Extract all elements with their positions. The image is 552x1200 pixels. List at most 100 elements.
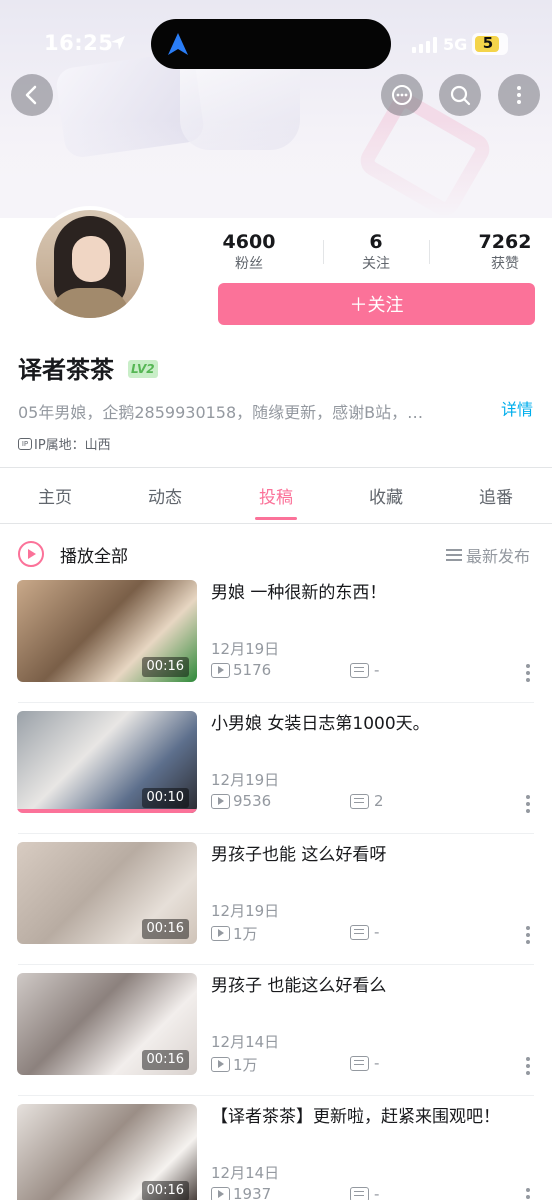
more-vertical-icon[interactable] xyxy=(526,1188,530,1200)
video-thumbnail[interactable]: 00:16 xyxy=(17,1104,197,1200)
avatar-image xyxy=(36,210,144,318)
play-count-icon xyxy=(211,1186,230,1200)
search-icon xyxy=(450,85,471,106)
more-vertical-icon xyxy=(517,86,521,104)
profile-name: 译者茶茶 xyxy=(18,356,114,384)
danmaku-count-value: - xyxy=(374,1185,380,1200)
back-button[interactable] xyxy=(11,74,53,116)
video-item[interactable]: 00:16 男孩子也能 这么好看呀 12月19日 1万 - xyxy=(0,834,552,965)
sort-label: 最新发布 xyxy=(466,547,531,566)
danmaku-count-value: - xyxy=(374,923,380,941)
more-vertical-icon[interactable] xyxy=(526,926,530,944)
danmaku-count-value: - xyxy=(374,1054,380,1072)
play-count-icon xyxy=(211,793,230,809)
avatar[interactable] xyxy=(32,206,148,322)
video-item[interactable]: 00:16 男孩子 也能这么好看么 12月14日 1万 - xyxy=(0,965,552,1096)
video-date: 12月19日 xyxy=(211,771,280,789)
banner-fade xyxy=(0,120,552,218)
detail-link[interactable]: 详情 xyxy=(501,396,533,420)
profile-signature: 05年男娘，企鹅2859930158，随缘更新，感谢B站，… xyxy=(18,403,424,422)
tab-home[interactable]: 主页 xyxy=(0,483,110,508)
signal-icon xyxy=(412,37,437,53)
battery-icon: 5 xyxy=(472,33,508,55)
more-vertical-icon[interactable] xyxy=(526,1057,530,1075)
profile-tabs: 主页 动态 投稿 收藏 追番 xyxy=(0,468,552,524)
video-thumbnail[interactable]: 00:16 xyxy=(17,580,197,682)
play-count-value: 5176 xyxy=(233,661,272,679)
more-vertical-icon[interactable] xyxy=(526,795,530,813)
video-thumbnail[interactable]: 00:10 xyxy=(17,711,197,813)
video-title[interactable]: 男孩子 也能这么好看么 xyxy=(211,973,541,999)
chat-bubble-icon xyxy=(392,85,412,105)
video-danmaku-count: - xyxy=(350,661,379,679)
stat-label: 获赞 xyxy=(491,256,519,272)
search-button[interactable] xyxy=(439,74,481,116)
play-all-label: 播放全部 xyxy=(60,546,128,567)
watch-progress-bar xyxy=(17,809,197,813)
video-duration: 00:10 xyxy=(141,788,189,808)
danmaku-icon xyxy=(350,1186,369,1200)
play-count-value: 1万 xyxy=(233,1056,258,1074)
video-danmaku-count: - xyxy=(350,1054,379,1072)
tab-uploads[interactable]: 投稿 xyxy=(221,483,331,508)
danmaku-count-value: - xyxy=(374,661,380,679)
play-count-value: 9536 xyxy=(233,792,272,810)
battery-level: 5 xyxy=(482,34,494,52)
danmaku-icon xyxy=(350,1055,369,1071)
video-item[interactable]: 00:16 【译者茶茶】更新啦，赶紧来围观吧！ 12月14日 1937 - xyxy=(0,1096,552,1200)
play-count-value: 1万 xyxy=(233,925,258,943)
ip-icon: IP xyxy=(18,437,32,450)
play-count-icon xyxy=(211,926,230,941)
video-duration: 00:16 xyxy=(141,1050,189,1070)
danmaku-icon xyxy=(350,793,369,809)
stat-fans[interactable]: 4600 粉丝 xyxy=(194,230,304,274)
video-danmaku-count: - xyxy=(350,1185,379,1200)
play-count-value: 1937 xyxy=(233,1185,272,1200)
profile-stats: 4600 粉丝 6 关注 7262 获赞 xyxy=(196,230,552,276)
video-title[interactable]: 【译者茶茶】更新啦，赶紧来围观吧！ xyxy=(211,1104,541,1130)
video-date: 12月14日 xyxy=(211,1164,280,1182)
stat-likes[interactable]: 7262 获赞 xyxy=(450,230,552,274)
video-thumbnail[interactable]: 00:16 xyxy=(17,973,197,1075)
more-button[interactable] xyxy=(498,74,540,116)
video-date: 12月19日 xyxy=(211,902,280,920)
play-all-button[interactable]: 播放全部 xyxy=(18,540,128,568)
video-title[interactable]: 男娘 一种很新的东西！ xyxy=(211,580,541,606)
play-count-icon xyxy=(211,662,230,678)
tab-dynamics[interactable]: 动态 xyxy=(110,483,220,508)
video-duration: 00:16 xyxy=(141,657,189,677)
video-danmaku-count: 2 xyxy=(350,792,384,810)
more-vertical-icon[interactable] xyxy=(526,664,530,682)
video-play-count: 1万 xyxy=(211,923,258,944)
level-badge: LV2 xyxy=(128,360,158,378)
navigation-icon xyxy=(168,33,188,55)
video-item[interactable]: 00:10 小男娘 女装日志第1000天。 12月19日 9536 2 xyxy=(0,703,552,834)
danmaku-icon xyxy=(350,662,369,678)
stat-label: 关注 xyxy=(362,256,390,272)
stat-following[interactable]: 6 关注 xyxy=(321,230,431,274)
video-play-count: 9536 xyxy=(211,792,271,810)
video-date: 12月14日 xyxy=(211,1033,280,1051)
play-count-icon xyxy=(211,1057,230,1072)
video-duration: 00:16 xyxy=(141,919,189,939)
video-play-count: 1万 xyxy=(211,1054,258,1075)
status-time: 16:25 xyxy=(44,31,114,55)
list-icon xyxy=(446,549,462,561)
message-button[interactable] xyxy=(381,74,423,116)
sort-button[interactable]: 最新发布 xyxy=(446,543,530,567)
ip-location: IP IP属地：山西 xyxy=(18,434,111,453)
video-item[interactable]: 00:16 男娘 一种很新的东西！ 12月19日 5176 - xyxy=(0,572,552,703)
active-tab-indicator xyxy=(255,517,297,520)
video-thumbnail[interactable]: 00:16 xyxy=(17,842,197,944)
tab-favorites[interactable]: 收藏 xyxy=(331,483,441,508)
video-title[interactable]: 男孩子也能 这么好看呀 xyxy=(211,842,541,868)
stat-value: 4600 xyxy=(222,231,276,253)
tab-bangumi[interactable]: 追番 xyxy=(441,483,551,508)
network-type: 5G xyxy=(443,35,468,54)
video-title[interactable]: 小男娘 女装日志第1000天。 xyxy=(211,711,541,737)
video-danmaku-count: - xyxy=(350,923,379,941)
status-bar: 16:25 5G 5 xyxy=(0,0,552,80)
video-play-count: 1937 xyxy=(211,1185,271,1200)
follow-button[interactable]: ＋关注 xyxy=(218,283,535,325)
stat-value: 6 xyxy=(369,231,383,253)
